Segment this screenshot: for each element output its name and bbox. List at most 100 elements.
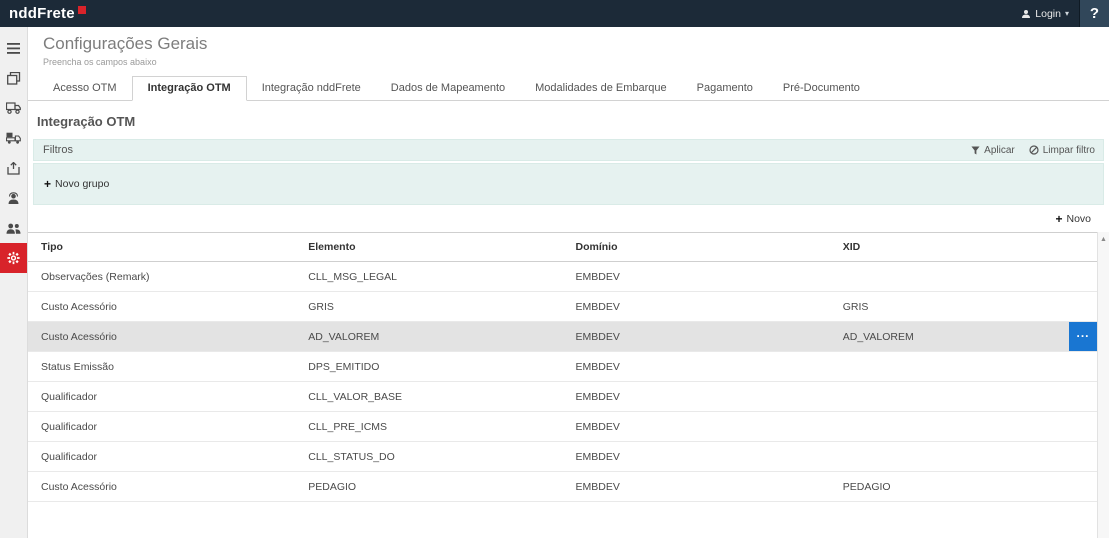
login-menu[interactable]: Login ▾ — [1011, 0, 1079, 27]
page-title: Configurações Gerais — [43, 34, 1109, 54]
sidebar-item-menu[interactable] — [0, 33, 27, 63]
column-header-elemento[interactable]: Elemento — [295, 241, 562, 253]
cell-dominio: EMBDEV — [563, 451, 830, 463]
cell-tipo: Custo Acessório — [28, 301, 295, 313]
table-row[interactable]: QualificadorCLL_VALOR_BASEEMBDEV — [28, 382, 1097, 412]
cell-elemento: DPS_EMITIDO — [295, 361, 562, 373]
data-table: TipoElementoDomínioXID Observações (Rema… — [28, 232, 1097, 502]
sidebar-item-settings[interactable] — [0, 243, 27, 273]
new-group-button[interactable]: + Novo grupo — [44, 178, 109, 190]
top-bar: nddFrete Login ▾ ? — [0, 0, 1109, 27]
tab-integra-o-otm[interactable]: Integração OTM — [132, 76, 247, 101]
new-group-band: + Novo grupo — [33, 163, 1104, 205]
cell-dominio: EMBDEV — [563, 481, 830, 493]
table-row[interactable]: QualificadorCLL_STATUS_DOEMBDEV — [28, 442, 1097, 472]
plus-icon: + — [1055, 213, 1062, 225]
vertical-scrollbar[interactable]: ▲ — [1097, 232, 1109, 538]
apply-filter-label: Aplicar — [984, 145, 1015, 156]
tabs: Acesso OTMIntegração OTMIntegração nddFr… — [28, 77, 1109, 101]
tab-integra-o-nddfrete[interactable]: Integração nddFrete — [247, 77, 376, 100]
sidebar-item-export[interactable] — [0, 153, 27, 183]
cell-xid: GRIS — [830, 301, 1097, 313]
cell-tipo: Qualificador — [28, 451, 295, 463]
row-actions-button[interactable]: ... — [1069, 322, 1097, 351]
plus-icon: + — [44, 178, 51, 190]
cell-dominio: EMBDEV — [563, 271, 830, 283]
tab-pagamento[interactable]: Pagamento — [682, 77, 768, 100]
column-header-tipo[interactable]: Tipo — [28, 241, 295, 253]
funnel-icon — [971, 146, 980, 155]
table-row[interactable]: Observações (Remark)CLL_MSG_LEGALEMBDEV — [28, 262, 1097, 292]
clear-filter-button[interactable]: Limpar filtro — [1029, 145, 1095, 156]
cell-xid: PEDAGIO — [830, 481, 1097, 493]
cell-xid: AD_VALOREM — [830, 331, 1097, 343]
settings-icon — [6, 251, 21, 265]
users-icon — [6, 223, 21, 234]
tab-dados-de-mapeamento[interactable]: Dados de Mapeamento — [376, 77, 520, 100]
cell-tipo: Observações (Remark) — [28, 271, 295, 283]
cell-tipo: Custo Acessório — [28, 331, 295, 343]
support-icon — [7, 192, 20, 205]
help-button[interactable]: ? — [1079, 0, 1109, 27]
sidebar-item-documents[interactable] — [0, 63, 27, 93]
tab-acesso-otm[interactable]: Acesso OTM — [38, 77, 132, 100]
brand-red-square-icon — [78, 6, 86, 14]
cell-dominio: EMBDEV — [563, 331, 830, 343]
sidebar-item-support[interactable] — [0, 183, 27, 213]
chevron-down-icon: ▾ — [1065, 9, 1069, 18]
tab-pr-documento[interactable]: Pré-Documento — [768, 77, 875, 100]
main-content: Configurações Gerais Preencha os campos … — [28, 27, 1109, 538]
cell-elemento: CLL_VALOR_BASE — [295, 391, 562, 403]
scroll-up-arrow-icon[interactable]: ▲ — [1098, 232, 1109, 246]
cell-elemento: CLL_MSG_LEGAL — [295, 271, 562, 283]
table-row[interactable]: Custo AcessórioAD_VALOREMEMBDEVAD_VALORE… — [28, 322, 1097, 352]
sidebar-item-fleet[interactable] — [0, 123, 27, 153]
cell-tipo: Custo Acessório — [28, 481, 295, 493]
cell-tipo: Status Emissão — [28, 361, 295, 373]
filters-actions: Aplicar Limpar filtro — [971, 145, 1095, 156]
table-row[interactable]: Status EmissãoDPS_EMITIDOEMBDEV — [28, 352, 1097, 382]
table-row[interactable]: Custo AcessórioPEDAGIOEMBDEVPEDAGIO — [28, 472, 1097, 502]
cell-elemento: AD_VALOREM — [295, 331, 562, 343]
documents-icon — [7, 72, 21, 85]
help-label: ? — [1090, 5, 1099, 22]
new-label: Novo — [1066, 213, 1091, 225]
column-header-dom-nio[interactable]: Domínio — [563, 241, 830, 253]
column-header-xid[interactable]: XID — [830, 241, 1097, 253]
app-window: nddFrete Login ▾ ? — [0, 0, 1109, 538]
new-button[interactable]: + Novo — [1055, 213, 1091, 225]
cell-dominio: EMBDEV — [563, 391, 830, 403]
shell: Configurações Gerais Preencha os campos … — [0, 27, 1109, 538]
table-row[interactable]: Custo AcessórioGRISEMBDEVGRIS — [28, 292, 1097, 322]
table-row[interactable]: QualificadorCLL_PRE_ICMSEMBDEV — [28, 412, 1097, 442]
cell-dominio: EMBDEV — [563, 421, 830, 433]
table-header-row: TipoElementoDomínioXID — [28, 232, 1097, 262]
table-body: Observações (Remark)CLL_MSG_LEGALEMBDEVC… — [28, 262, 1097, 502]
fleet-icon — [6, 132, 21, 144]
filters-label: Filtros — [43, 144, 73, 156]
cell-elemento: PEDAGIO — [295, 481, 562, 493]
new-group-label: Novo grupo — [55, 178, 109, 190]
cell-elemento: CLL_PRE_ICMS — [295, 421, 562, 433]
menu-icon — [7, 43, 20, 54]
export-icon — [7, 162, 20, 175]
brand-text: nddFrete — [9, 5, 75, 22]
page-subtitle: Preencha os campos abaixo — [43, 57, 1109, 67]
cell-dominio: EMBDEV — [563, 361, 830, 373]
brand-logo: nddFrete — [0, 5, 86, 22]
clear-filter-icon — [1029, 145, 1039, 155]
page-header: Configurações Gerais Preencha os campos … — [28, 27, 1109, 67]
cell-elemento: GRIS — [295, 301, 562, 313]
cell-dominio: EMBDEV — [563, 301, 830, 313]
login-label: Login — [1035, 8, 1061, 20]
cell-elemento: CLL_STATUS_DO — [295, 451, 562, 463]
user-icon — [1021, 9, 1031, 19]
sidebar-item-transport[interactable] — [0, 93, 27, 123]
table-area: TipoElementoDomínioXID Observações (Rema… — [28, 232, 1109, 538]
section-title: Integração OTM — [37, 114, 1109, 129]
sidebar-item-users[interactable] — [0, 213, 27, 243]
apply-filter-button[interactable]: Aplicar — [971, 145, 1015, 156]
tab-modalidades-de-embarque[interactable]: Modalidades de Embarque — [520, 77, 681, 100]
filters-bar: Filtros Aplicar Limpar filtro — [33, 139, 1104, 161]
new-row: + Novo — [28, 205, 1109, 232]
